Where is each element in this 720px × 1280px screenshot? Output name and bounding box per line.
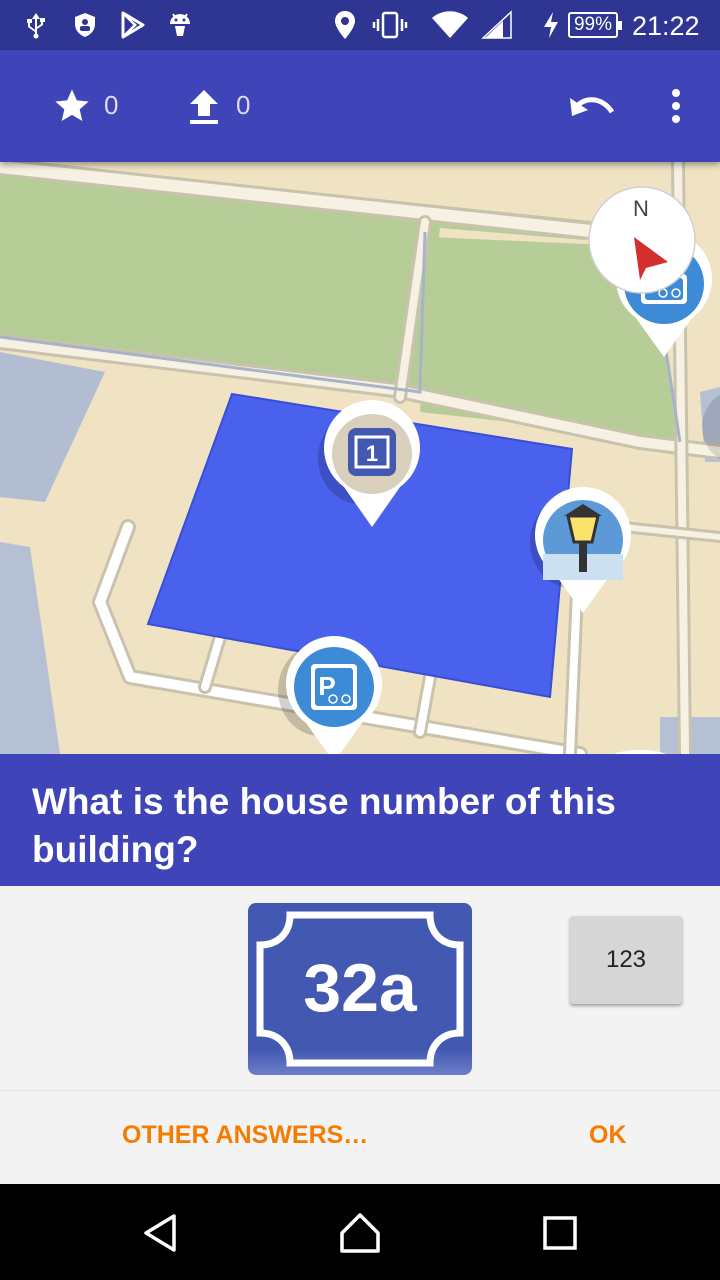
status-bar: 99% 21:22: [0, 0, 720, 50]
home-icon[interactable]: [330, 1208, 390, 1258]
svg-text:P: P: [318, 671, 335, 701]
quest-header: What is the house number of this buildin…: [0, 754, 720, 886]
usb-icon: [22, 10, 50, 40]
map-view[interactable]: 1 P N: [0, 162, 720, 754]
upload-count: 0: [236, 90, 251, 120]
compass-north-label: N: [633, 196, 649, 221]
play-store-icon: [118, 10, 148, 40]
back-icon[interactable]: [130, 1208, 190, 1258]
undo-icon[interactable]: [568, 88, 616, 129]
battery-indicator: 99%: [568, 12, 622, 38]
compass-button[interactable]: N: [588, 186, 696, 294]
stars-count: 0: [104, 90, 119, 120]
housenumber-sign: [248, 903, 472, 1075]
quest-buttons: OTHER ANSWERS… OK: [0, 1090, 720, 1184]
ok-button[interactable]: OK: [589, 1121, 627, 1150]
map-canvas[interactable]: 1 P N: [0, 162, 720, 754]
more-vert-icon[interactable]: [668, 88, 684, 129]
other-answers-button[interactable]: OTHER ANSWERS…: [122, 1121, 368, 1150]
wifi-icon: [430, 10, 470, 40]
app-toolbar: 0 0: [0, 50, 720, 162]
clock: 21:22: [632, 11, 700, 41]
recents-icon[interactable]: [530, 1208, 590, 1258]
keyboard-toggle-button[interactable]: 123: [570, 916, 682, 1004]
housenumber-input[interactable]: [278, 945, 442, 1031]
charging-icon: [540, 10, 562, 40]
star-icon[interactable]: [52, 86, 92, 131]
shield-icon: [72, 10, 98, 40]
quest-question: What is the house number of this buildin…: [32, 781, 616, 870]
answer-area: 123: [0, 886, 720, 1090]
android-icon: [166, 10, 194, 40]
house-marker-label: 1: [366, 441, 378, 466]
vibrate-icon: [370, 10, 410, 40]
location-icon: [332, 10, 358, 40]
upload-icon[interactable]: [186, 86, 222, 131]
signal-icon: [480, 10, 514, 40]
navigation-bar: [0, 1184, 720, 1280]
